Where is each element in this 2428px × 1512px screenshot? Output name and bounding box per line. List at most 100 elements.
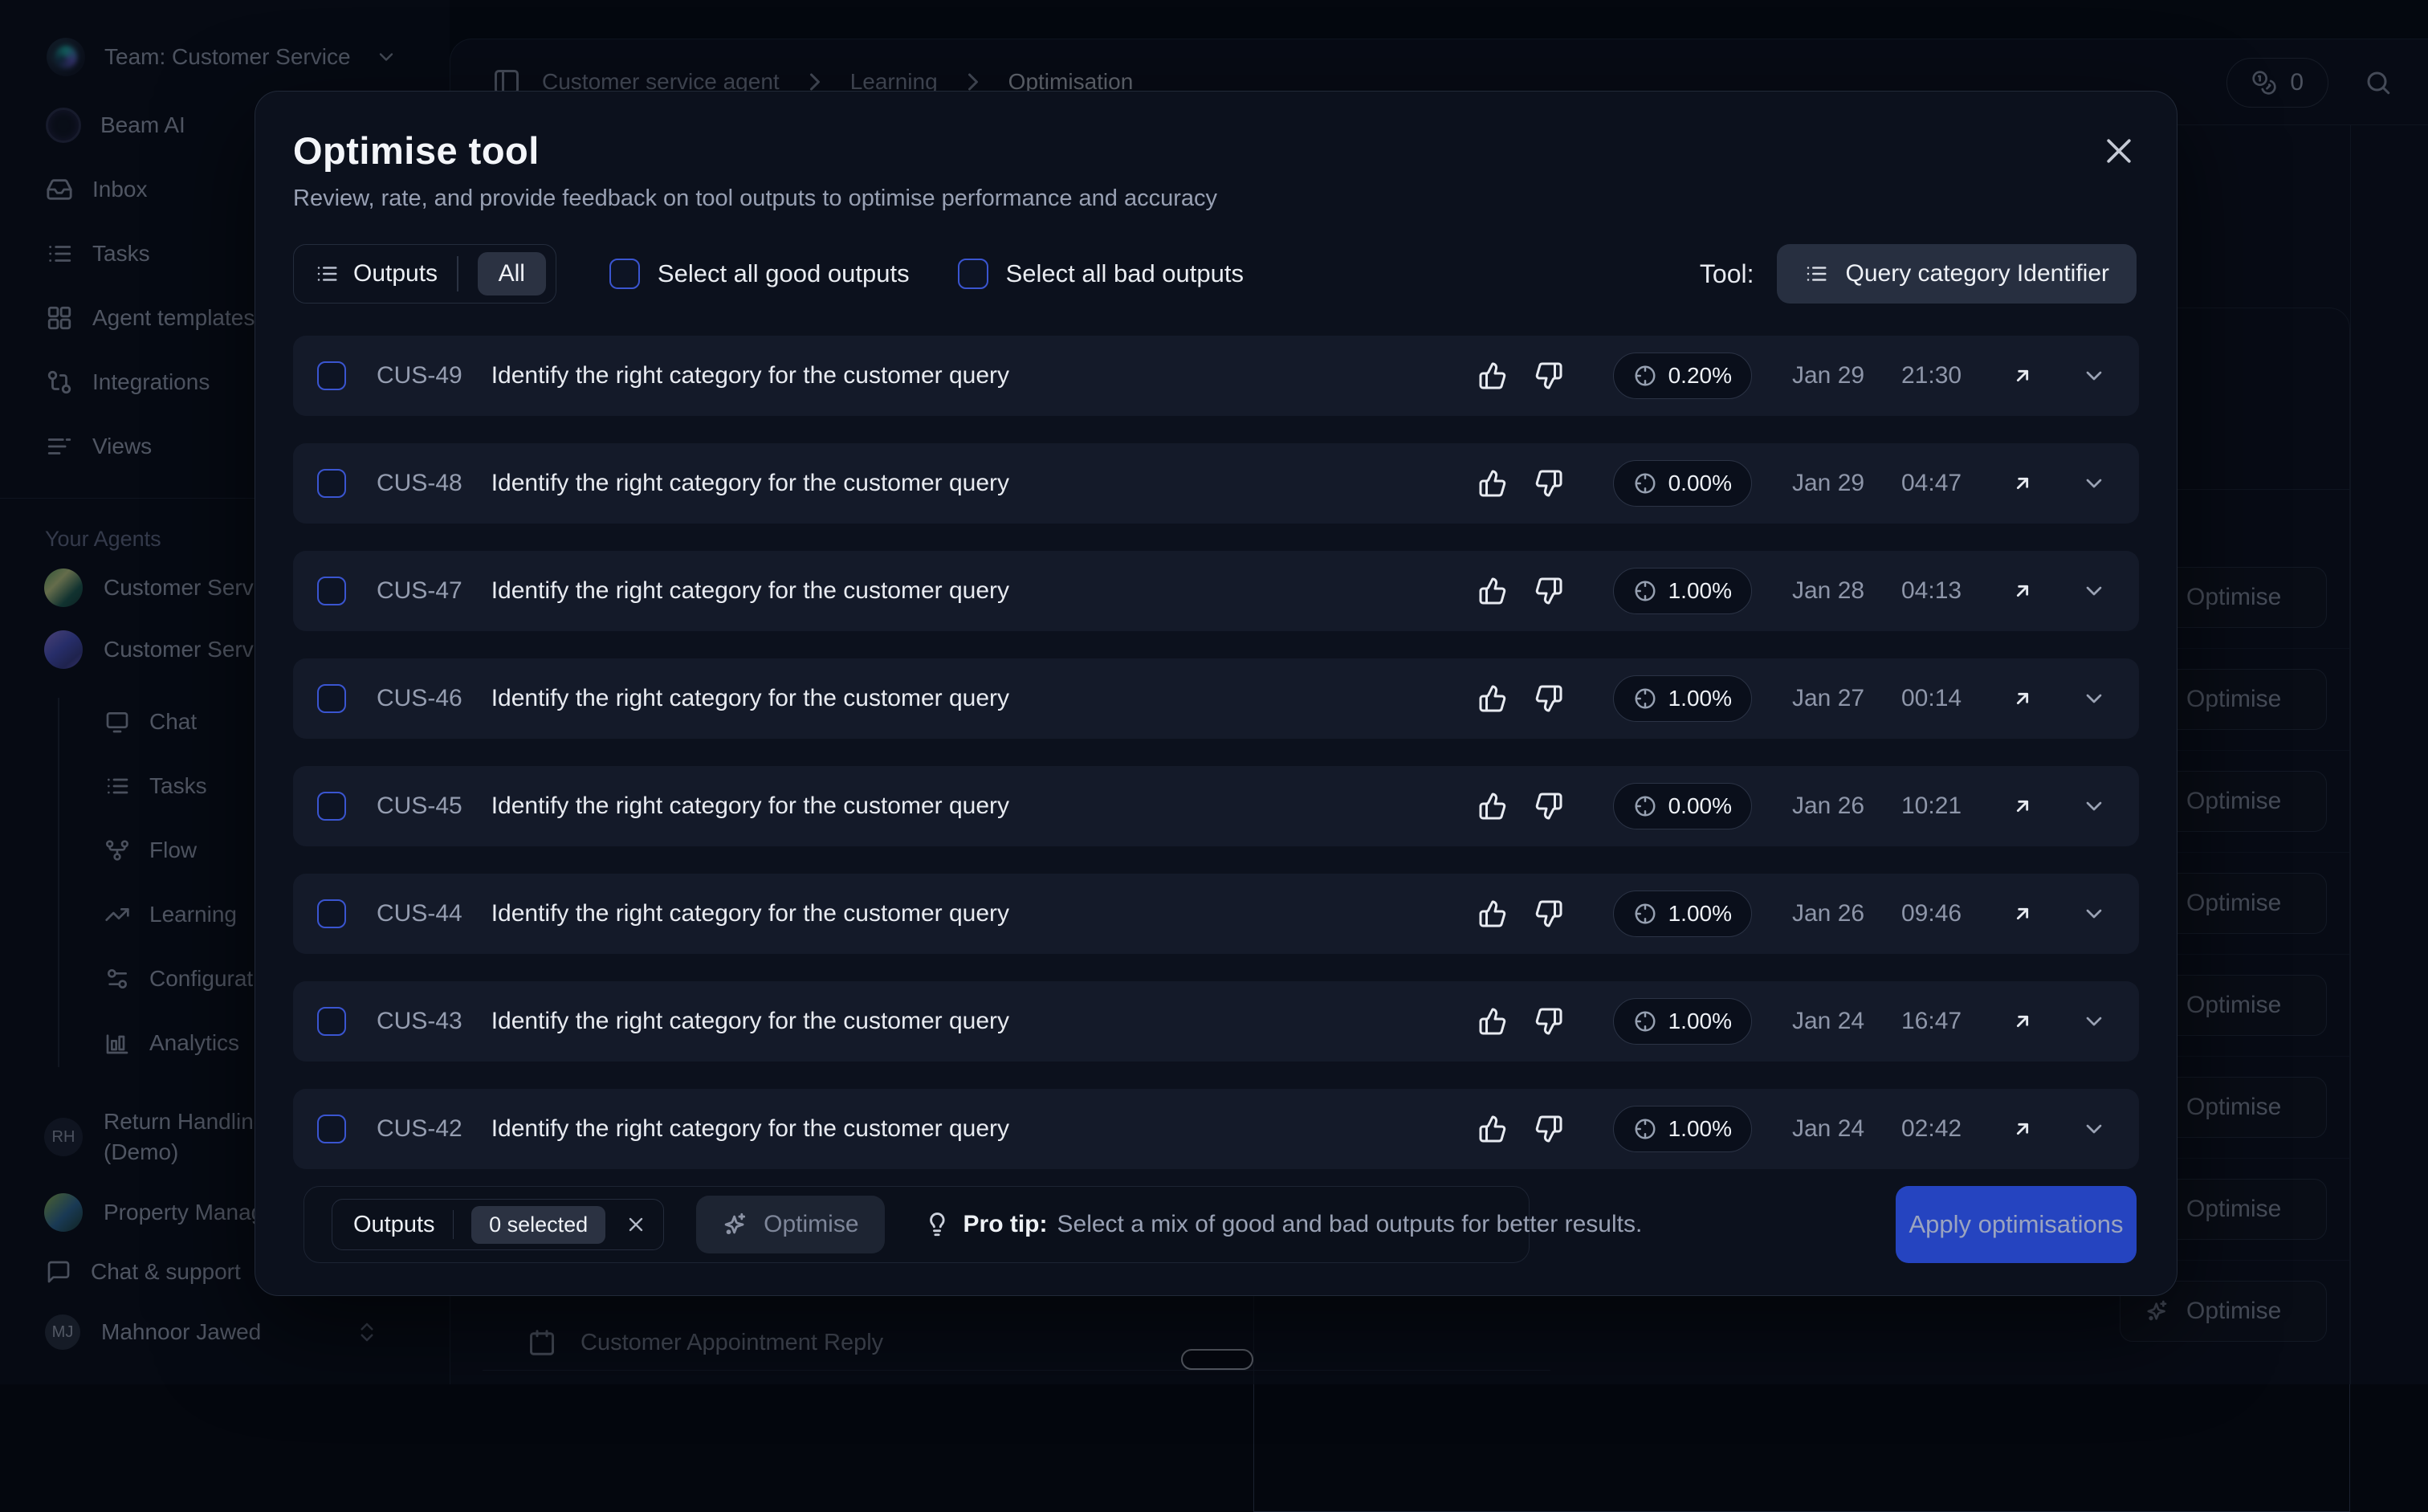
checkbox[interactable]: [609, 259, 640, 289]
row-date: Jan 29: [1792, 470, 1877, 497]
score-value: 0.00%: [1668, 471, 1732, 496]
row-id: CUS-44: [377, 900, 462, 927]
outputs-filter-group[interactable]: Outputs All: [293, 244, 556, 304]
select-good-label: Select all good outputs: [658, 259, 910, 288]
arrow-up-right-icon[interactable]: [2009, 577, 2036, 605]
clear-selection-icon[interactable]: [625, 1213, 647, 1236]
thumbs-up-icon[interactable]: [1478, 1115, 1507, 1143]
select-all-bad[interactable]: Select all bad outputs: [958, 259, 1244, 289]
thumbs-down-icon[interactable]: [1534, 899, 1563, 928]
selected-count: 0 selected: [471, 1206, 605, 1244]
expand-chevron-icon[interactable]: [2081, 901, 2107, 927]
thumbs-up-icon[interactable]: [1478, 1007, 1507, 1036]
output-row[interactable]: CUS-44 Identify the right category for t…: [293, 874, 2139, 954]
score-value: 1.00%: [1668, 901, 1732, 927]
thumbs-up-icon[interactable]: [1478, 361, 1507, 390]
output-rows: CUS-49 Identify the right category for t…: [293, 336, 2139, 1169]
arrow-up-right-icon[interactable]: [2009, 470, 2036, 497]
thumbs-up-icon[interactable]: [1478, 899, 1507, 928]
arrow-up-right-icon[interactable]: [2009, 900, 2036, 927]
row-time: 00:14: [1901, 685, 1977, 712]
row-checkbox[interactable]: [317, 361, 346, 390]
row-title: Identify the right category for the cust…: [491, 685, 1009, 712]
modal-filters: Outputs All Select all good outputs Sele…: [293, 244, 2137, 304]
thumbs-up-icon[interactable]: [1478, 684, 1507, 713]
thumbs-down-icon[interactable]: [1534, 469, 1563, 498]
modal-header: Optimise tool Review, rate, and provide …: [255, 92, 2177, 212]
row-date: Jan 26: [1792, 900, 1877, 927]
output-row[interactable]: CUS-49 Identify the right category for t…: [293, 336, 2139, 416]
thumbs-down-icon[interactable]: [1534, 792, 1563, 821]
score-value: 1.00%: [1668, 1116, 1732, 1142]
output-row[interactable]: CUS-42 Identify the right category for t…: [293, 1089, 2139, 1169]
row-id: CUS-46: [377, 685, 462, 712]
output-row[interactable]: CUS-45 Identify the right category for t…: [293, 766, 2139, 846]
thumbs-up-icon[interactable]: [1478, 577, 1507, 605]
pro-tip-label: Pro tip:: [963, 1211, 1048, 1238]
score-badge: 1.00%: [1613, 1106, 1752, 1152]
outputs-label: Outputs: [353, 260, 438, 287]
close-icon[interactable]: [2101, 133, 2137, 169]
thumbs-up-icon[interactable]: [1478, 469, 1507, 498]
expand-chevron-icon[interactable]: [2081, 1009, 2107, 1034]
checkbox[interactable]: [958, 259, 988, 289]
list-icon: [1804, 262, 1828, 286]
row-checkbox[interactable]: [317, 684, 346, 713]
row-time: 04:47: [1901, 470, 1977, 497]
row-time: 16:47: [1901, 1008, 1977, 1035]
row-title: Identify the right category for the cust…: [491, 362, 1009, 389]
arrow-up-right-icon[interactable]: [2009, 793, 2036, 820]
selection-summary: Outputs 0 selected: [332, 1199, 664, 1250]
arrow-up-right-icon[interactable]: [2009, 685, 2036, 712]
modal-title: Optimise tool: [293, 128, 2132, 173]
expand-chevron-icon[interactable]: [2081, 686, 2107, 711]
select-all-good[interactable]: Select all good outputs: [609, 259, 910, 289]
expand-chevron-icon[interactable]: [2081, 1116, 2107, 1142]
row-title: Identify the right category for the cust…: [491, 1008, 1009, 1035]
row-title: Identify the right category for the cust…: [491, 470, 1009, 497]
thumbs-down-icon[interactable]: [1534, 361, 1563, 390]
arrow-up-right-icon[interactable]: [2009, 1008, 2036, 1035]
row-title: Identify the right category for the cust…: [491, 1115, 1009, 1143]
score-badge: 0.20%: [1613, 353, 1752, 399]
thumbs-down-icon[interactable]: [1534, 684, 1563, 713]
expand-chevron-icon[interactable]: [2081, 578, 2107, 604]
output-row[interactable]: CUS-43 Identify the right category for t…: [293, 981, 2139, 1062]
expand-chevron-icon[interactable]: [2081, 471, 2107, 496]
divider: [457, 256, 458, 291]
arrow-up-right-icon[interactable]: [2009, 362, 2036, 389]
optimise-button[interactable]: Optimise: [696, 1196, 884, 1253]
thumbs-up-icon[interactable]: [1478, 792, 1507, 821]
output-row[interactable]: CUS-46 Identify the right category for t…: [293, 658, 2139, 739]
score-badge: 0.00%: [1613, 783, 1752, 829]
score-value: 1.00%: [1668, 686, 1732, 711]
thumbs-down-icon[interactable]: [1534, 577, 1563, 605]
row-id: CUS-47: [377, 577, 462, 605]
output-row[interactable]: CUS-48 Identify the right category for t…: [293, 443, 2139, 524]
score-badge: 1.00%: [1613, 568, 1752, 614]
row-date: Jan 24: [1792, 1115, 1877, 1143]
arrow-up-right-icon[interactable]: [2009, 1115, 2036, 1143]
row-checkbox[interactable]: [317, 469, 346, 498]
thumbs-down-icon[interactable]: [1534, 1115, 1563, 1143]
all-filter-button[interactable]: All: [478, 252, 546, 295]
row-checkbox[interactable]: [317, 899, 346, 928]
row-date: Jan 27: [1792, 685, 1877, 712]
row-checkbox[interactable]: [317, 577, 346, 605]
thumbs-down-icon[interactable]: [1534, 1007, 1563, 1036]
row-checkbox[interactable]: [317, 792, 346, 821]
expand-chevron-icon[interactable]: [2081, 793, 2107, 819]
output-row[interactable]: CUS-47 Identify the right category for t…: [293, 551, 2139, 631]
row-date: Jan 24: [1792, 1008, 1877, 1035]
target-icon: [1633, 687, 1657, 711]
row-date: Jan 28: [1792, 577, 1877, 605]
row-title: Identify the right category for the cust…: [491, 577, 1009, 605]
divider: [453, 1210, 454, 1239]
row-checkbox[interactable]: [317, 1115, 346, 1143]
row-time: 09:46: [1901, 900, 1977, 927]
expand-chevron-icon[interactable]: [2081, 363, 2107, 389]
row-time: 21:30: [1901, 362, 1977, 389]
apply-optimisations-button[interactable]: Apply optimisations: [1896, 1186, 2137, 1263]
row-checkbox[interactable]: [317, 1007, 346, 1036]
tool-selector[interactable]: Query category Identifier: [1777, 244, 2137, 304]
